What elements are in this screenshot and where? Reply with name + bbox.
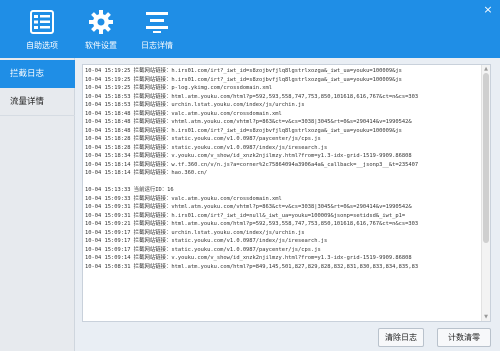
list-icon <box>146 12 168 33</box>
log-line: 10-04 15:18:53 拦截网站链接：html.atm.youku.com… <box>85 93 419 100</box>
checklist-icon <box>30 10 54 34</box>
toolbar-settings-label: 软件设置 <box>85 41 117 50</box>
scroll-down-arrow-icon[interactable]: ▼ <box>482 313 490 321</box>
log-panel[interactable]: 10-04 15:19:25 拦截网站链接：h.irs01.com/irt?_i… <box>82 64 491 322</box>
log-line: 10-04 15:18:48 拦截网站链接：valc.atm.youku.com… <box>85 110 282 117</box>
log-line: 10-04 15:09:17 拦截网站链接：urchin.lstat.youku… <box>85 229 305 236</box>
log-line: 10-04 15:19:25 拦截网站链接：h.irs01.com/irt?_i… <box>85 76 402 83</box>
log-line: 10-04 15:09:17 拦截网站链接：static.youku.com/v… <box>85 238 328 244</box>
scroll-up-arrow-icon[interactable]: ▲ <box>482 65 490 73</box>
toolbar-settings-button[interactable]: 软件设置 <box>78 0 124 58</box>
sidebar: 拦截日志 流量详情 <box>0 58 75 351</box>
log-line: 10-04 15:18:53 拦截网站链接：urchin.lstat.youku… <box>85 102 305 108</box>
toolbar-log-details-label: 日志详情 <box>141 41 173 50</box>
reset-count-button[interactable]: 计数清零 <box>437 328 491 347</box>
log-line: 10-04 15:18:34 拦截网站链接：v.youku.com/v_show… <box>85 153 412 159</box>
toolbar-log-details-button[interactable]: 日志详情 <box>134 0 180 58</box>
log-line: 10-04 15:18:48 拦截网站链接：vhtml.atm.youku.co… <box>85 119 412 125</box>
log-line: 10-04 15:19:25 拦截网站链接：h.irs01.com/irt?_i… <box>85 68 402 74</box>
log-line: 10-04 15:09:14 拦截网站链接：v.youku.com/v_show… <box>85 255 412 261</box>
log-scrollbar[interactable]: ▲ ▼ <box>481 65 490 321</box>
log-line: 10-04 15:18:14 拦截网站链接：w.tf.360.cn/v/n.js… <box>85 161 419 168</box>
log-line: 10-04 15:09:21 拦截网站链接：html.atm.youku.com… <box>85 221 419 227</box>
log-line: 10-04 15:09:31 拦截网站链接：h.irs01.com/irt?_i… <box>85 212 406 219</box>
sidebar-item-traffic-details[interactable]: 流量详情 <box>0 88 75 116</box>
close-icon[interactable]: × <box>482 4 494 16</box>
toolbar: 自助选项 软件设置 日志详情 × <box>0 0 500 58</box>
log-blank-line <box>85 178 480 187</box>
log-text-area[interactable]: 10-04 15:19:25 拦截网站链接：h.irs01.com/irt?_i… <box>85 67 480 320</box>
log-line: 10-04 15:18:28 拦截网站链接：static.youku.com/v… <box>85 144 328 151</box>
sidebar-item-block-log[interactable]: 拦截日志 <box>0 60 75 88</box>
log-line: 10-04 15:08:31 拦截网站链接：html.atm.youku.com… <box>85 263 419 270</box>
log-line: 10-04 15:18:28 拦截网站链接：static.youku.com/v… <box>85 136 321 142</box>
scrollbar-thumb[interactable] <box>483 73 489 243</box>
gear-icon <box>89 10 113 34</box>
log-line: 10-04 15:13:33 当前运行ID：16 <box>85 187 174 193</box>
log-line: 10-04 15:18:14 拦截网站链接：hao.360.cn/ <box>85 170 208 176</box>
log-line: 10-04 15:09:31 拦截网站链接：vhtml.atm.youku.co… <box>85 204 412 210</box>
log-line: 10-04 15:09:33 拦截网站链接：valc.atm.youku.com… <box>85 195 282 202</box>
log-line: 10-04 15:09:17 拦截网站链接：static.youku.com/v… <box>85 246 321 253</box>
toolbar-self-service-label: 自助选项 <box>26 41 58 50</box>
log-line: 10-04 15:19:25 拦截网站链接：p-log.ykimg.com/cr… <box>85 85 273 91</box>
toolbar-self-service-button[interactable]: 自助选项 <box>19 0 65 58</box>
log-line: 10-04 15:18:48 拦截网站链接：h.irs01.com/irt?_i… <box>85 127 402 134</box>
clear-log-button[interactable]: 清除日志 <box>378 328 424 347</box>
